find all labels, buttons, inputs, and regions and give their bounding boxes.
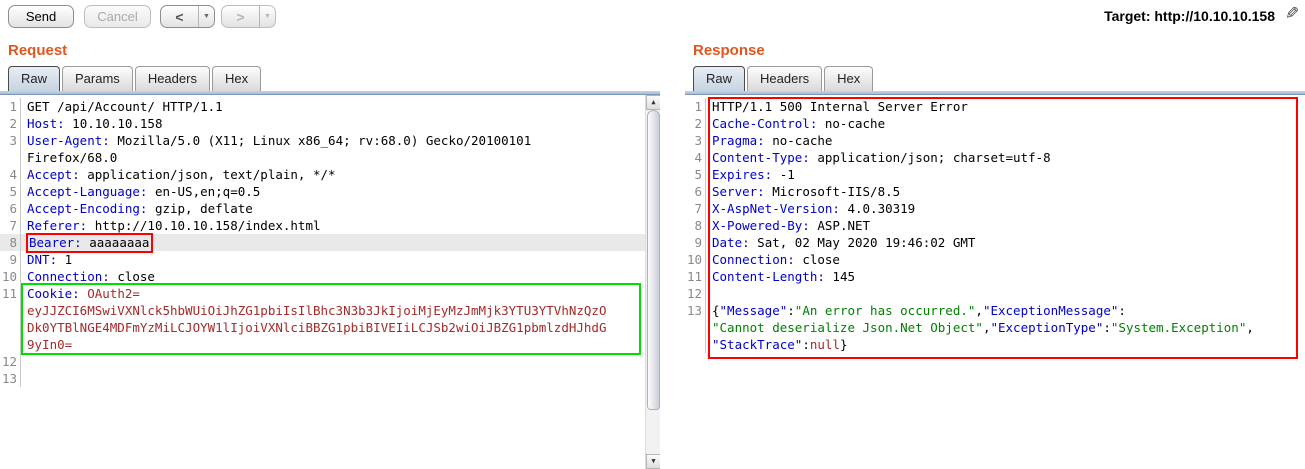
code-line: 11Content-Length: 145 <box>685 268 1305 285</box>
code-line: "StackTrace":null} <box>685 336 1305 353</box>
prev-dropdown-icon[interactable]: ▼ <box>198 6 214 27</box>
request-scrollbar[interactable]: ▲ ▼ <box>645 95 660 469</box>
code-line: 13{"Message":"An error has occurred.","E… <box>685 302 1305 319</box>
target-url: Target: http://10.10.10.158 <box>1104 8 1275 24</box>
code-line: 4Content-Type: application/json; charset… <box>685 149 1305 166</box>
code-line: Dk0YTBlNGE4MDFmYzMiLCJOYW1lIjoiVXNlciBBZ… <box>0 319 645 336</box>
code-line: 1GET /api/Account/ HTTP/1.1 <box>0 98 645 115</box>
request-editor[interactable]: ▲ ▼ 1GET /api/Account/ HTTP/1.12Host: 10… <box>0 95 660 469</box>
code-line: "Cannot deserialize Json.Net Object","Ex… <box>685 319 1305 336</box>
code-line: 12 <box>685 285 1305 302</box>
code-line: 7Referer: http://10.10.10.158/index.html <box>0 217 645 234</box>
code-line: 7X-AspNet-Version: 4.0.30319 <box>685 200 1305 217</box>
code-line: 8X-Powered-By: ASP.NET <box>685 217 1305 234</box>
scrollbar-thumb[interactable] <box>647 110 660 410</box>
toolbar: Send Cancel < ▼ > ▼ Target: http://10.10… <box>0 0 1305 36</box>
request-tab-headers[interactable]: Headers <box>135 66 210 91</box>
code-line: 1HTTP/1.1 500 Internal Server Error <box>685 98 1305 115</box>
response-tab-raw[interactable]: Raw <box>693 66 745 91</box>
response-tab-hex[interactable]: Hex <box>824 66 873 91</box>
code-line: 10Connection: close <box>685 251 1305 268</box>
next-icon[interactable]: > <box>222 6 259 27</box>
response-tab-headers[interactable]: Headers <box>747 66 822 91</box>
code-line: 3Pragma: no-cache <box>685 132 1305 149</box>
request-tab-params[interactable]: Params <box>62 66 133 91</box>
code-line: 2Host: 10.10.10.158 <box>0 115 645 132</box>
prev-icon[interactable]: < <box>161 6 198 27</box>
code-line: 9Date: Sat, 02 May 2020 19:46:02 GMT <box>685 234 1305 251</box>
code-line: 6Server: Microsoft-IIS/8.5 <box>685 183 1305 200</box>
code-line: 13 <box>0 370 645 387</box>
code-line: 2Cache-Control: no-cache <box>685 115 1305 132</box>
send-button[interactable]: Send <box>8 5 74 28</box>
code-line: 6Accept-Encoding: gzip, deflate <box>0 200 645 217</box>
code-line: 5Expires: -1 <box>685 166 1305 183</box>
request-tab-bar: Raw Params Headers Hex <box>0 65 660 91</box>
code-line: 12 <box>0 353 645 370</box>
code-line: Firefox/68.0 <box>0 149 645 166</box>
code-line: 5Accept-Language: en-US,en;q=0.5 <box>0 183 645 200</box>
request-title: Request <box>0 36 660 65</box>
code-line: 8Bearer: aaaaaaaa <box>0 234 645 251</box>
next-dropdown-icon[interactable]: ▼ <box>259 6 275 27</box>
next-request-button[interactable]: > ▼ <box>221 5 276 28</box>
code-line: 4Accept: application/json, text/plain, *… <box>0 166 645 183</box>
code-line: eyJJZCI6MSwiVXNlck5hbWUiOiJhZG1pbiIsIlBh… <box>0 302 645 319</box>
code-line: 11Cookie: OAuth2= <box>0 285 645 302</box>
scroll-up-icon[interactable]: ▲ <box>646 95 660 110</box>
response-panel: Response Raw Headers Hex 1HTTP/1.1 500 I… <box>685 36 1305 466</box>
response-title: Response <box>685 36 1305 65</box>
code-line: 9yIn0= <box>0 336 645 353</box>
edit-target-icon[interactable]: ✎ <box>1285 4 1299 24</box>
cancel-button[interactable]: Cancel <box>84 5 151 28</box>
code-line: 3User-Agent: Mozilla/5.0 (X11; Linux x86… <box>0 132 645 149</box>
response-editor[interactable]: 1HTTP/1.1 500 Internal Server Error2Cach… <box>685 95 1305 469</box>
scroll-down-icon[interactable]: ▼ <box>646 454 660 469</box>
request-panel: Request Raw Params Headers Hex ▲ ▼ 1GET … <box>0 36 660 466</box>
request-tab-hex[interactable]: Hex <box>212 66 261 91</box>
response-tab-bar: Raw Headers Hex <box>685 65 1305 91</box>
code-line: 10Connection: close <box>0 268 645 285</box>
code-line: 9DNT: 1 <box>0 251 645 268</box>
prev-request-button[interactable]: < ▼ <box>160 5 215 28</box>
request-tab-raw[interactable]: Raw <box>8 66 60 91</box>
